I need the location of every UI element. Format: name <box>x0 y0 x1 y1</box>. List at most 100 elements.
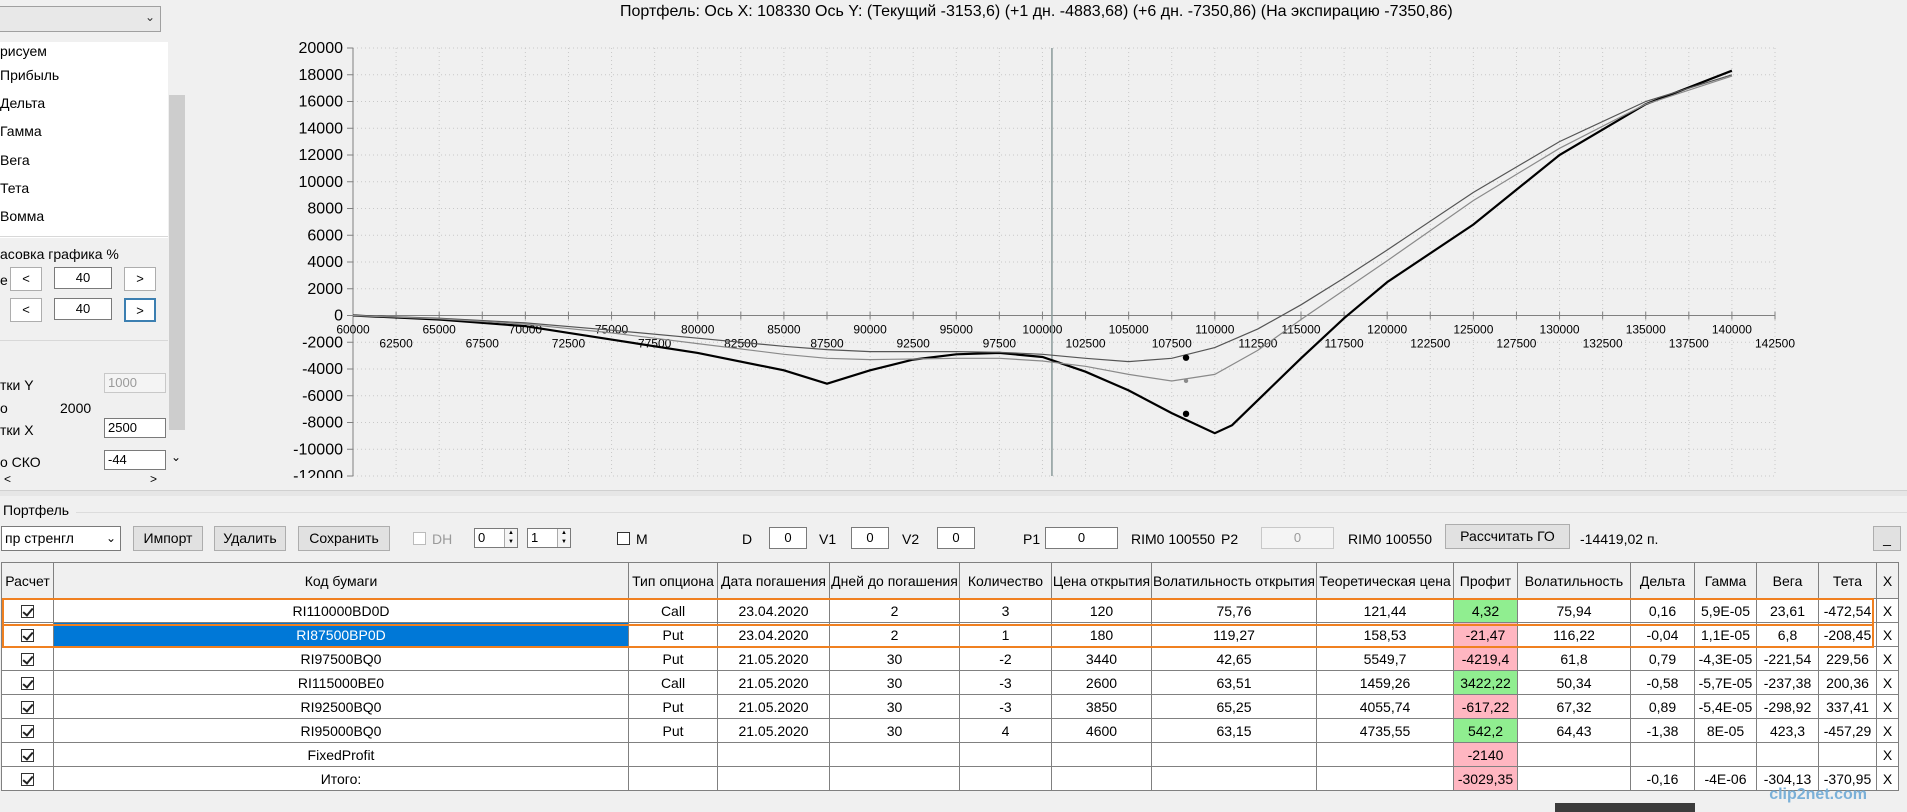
dh-checkbox[interactable] <box>413 532 426 545</box>
calc-checkbox-cell[interactable] <box>1 742 54 767</box>
calc-checkbox-cell[interactable] <box>1 646 54 671</box>
calc-checkbox[interactable] <box>21 701 34 715</box>
draw-option-vomma[interactable]: Вомма <box>0 208 44 224</box>
spin-down-icon[interactable]: ▼ <box>504 538 517 547</box>
y-tick-label: -2000 <box>302 334 343 351</box>
calc-checkbox-cell[interactable] <box>1 598 54 623</box>
security-code[interactable]: RI97500BQ0 <box>53 646 629 671</box>
draw-option-delta[interactable]: Дельта <box>0 95 45 111</box>
table-row[interactable]: RI97500BQ0 Put 21.05.2020 30 -2 3440 42,65 5549… <box>1 646 1899 671</box>
col-header[interactable]: Дней до погашения <box>829 562 960 599</box>
minimize-button[interactable]: _ <box>1873 526 1901 551</box>
delete-row-button[interactable]: X <box>1876 742 1899 767</box>
col-header[interactable]: Тип опциона <box>628 562 718 599</box>
delete-row-button[interactable]: X <box>1876 622 1899 647</box>
security-code[interactable]: Итого: <box>53 766 629 791</box>
d-input[interactable]: 0 <box>769 527 807 549</box>
security-code[interactable]: RI115000BE0 <box>53 670 629 695</box>
security-code[interactable]: RI92500BQ0 <box>53 694 629 719</box>
col-header[interactable]: Количество <box>959 562 1052 599</box>
calc-checkbox-cell[interactable] <box>1 766 54 791</box>
draw-option-profit[interactable]: Прибыль <box>0 67 59 83</box>
col-header[interactable]: Волатильность <box>1517 562 1631 599</box>
scale2-increase-button[interactable]: > <box>124 298 156 322</box>
calc-checkbox-cell[interactable] <box>1 622 54 647</box>
delete-row-button[interactable]: X <box>1876 718 1899 743</box>
delete-row-button[interactable]: X <box>1876 766 1899 791</box>
calc-checkbox[interactable] <box>21 725 34 739</box>
draw-option-theta[interactable]: Тета <box>0 180 29 196</box>
save-button[interactable]: Сохранить <box>298 526 390 551</box>
delete-button[interactable]: Удалить <box>214 526 286 551</box>
col-header[interactable]: X <box>1876 562 1899 599</box>
col-header[interactable]: Дельта <box>1630 562 1695 599</box>
scroll-left-icon[interactable]: < <box>4 472 11 486</box>
table-row[interactable]: Итого: -3029,35 -0,16 -4E-06 -304,13 -370,95 X <box>1 766 1899 791</box>
calc-checkbox-cell[interactable] <box>1 718 54 743</box>
calc-checkbox[interactable] <box>21 749 34 763</box>
calc-checkbox[interactable] <box>21 653 34 667</box>
import-button[interactable]: Импорт <box>133 526 203 551</box>
delete-row-button[interactable]: X <box>1876 598 1899 623</box>
payoff-chart: 20000 18000 16000 14000 12000 10000 8000 6000 40… <box>293 40 1795 478</box>
col-header[interactable]: Расчет <box>1 562 54 599</box>
grid-y-input[interactable]: 1000 <box>104 373 166 393</box>
col-header[interactable]: Профит <box>1453 562 1518 599</box>
scroll-down-icon[interactable]: ⌄ <box>171 450 181 464</box>
col-header[interactable]: Цена открытия <box>1051 562 1152 599</box>
m-checkbox[interactable] <box>617 532 630 545</box>
security-code[interactable]: RI87500BP0D <box>53 622 629 647</box>
table-row[interactable]: FixedProfit -2140 X <box>1 742 1899 767</box>
calc-go-button[interactable]: Рассчитать ГО <box>1445 524 1570 549</box>
spin2-input[interactable]: 1 ▲ ▼ <box>527 528 571 548</box>
delete-row-button[interactable]: X <box>1876 646 1899 671</box>
calc-checkbox[interactable] <box>21 629 34 643</box>
p1-input[interactable]: 0 <box>1045 527 1118 549</box>
security-code[interactable]: RI95000BQ0 <box>53 718 629 743</box>
series-select[interactable]: ⌄ <box>0 6 161 32</box>
calc-checkbox-cell[interactable] <box>1 694 54 719</box>
col-header[interactable]: Теоретическая цена <box>1316 562 1454 599</box>
table-row[interactable]: RI87500BP0D Put 23.04.2020 2 1 180 119,27 158,5… <box>1 622 1899 647</box>
horizontal-scrollbar[interactable]: < > <box>0 472 186 490</box>
spin-up-icon[interactable]: ▲ <box>557 529 570 538</box>
calc-checkbox[interactable] <box>21 677 34 691</box>
security-code[interactable]: FixedProfit <box>53 742 629 767</box>
scrollbar-thumb[interactable] <box>169 95 185 430</box>
splitter[interactable] <box>0 490 1907 496</box>
spin1-input[interactable]: 0 ▲ ▼ <box>474 528 518 548</box>
col-header[interactable]: Волатильность открытия <box>1151 562 1317 599</box>
calc-checkbox[interactable] <box>21 605 34 619</box>
calc-checkbox-cell[interactable] <box>1 670 54 695</box>
delete-row-button[interactable]: X <box>1876 670 1899 695</box>
table-row[interactable]: RI115000BE0 Call 21.05.2020 30 -3 2600 63,51 14… <box>1 670 1899 695</box>
calc-checkbox[interactable] <box>21 773 34 787</box>
scale2-value[interactable]: 40 <box>54 298 112 320</box>
table-row[interactable]: RI95000BQ0 Put 21.05.2020 30 4 4600 63,15 4735,… <box>1 718 1899 743</box>
col-header[interactable]: Тета <box>1818 562 1877 599</box>
scale1-value[interactable]: 40 <box>54 267 112 289</box>
table-row[interactable]: RI92500BQ0 Put 21.05.2020 30 -3 3850 65,25 4055… <box>1 694 1899 719</box>
security-code[interactable]: RI110000BD0D <box>53 598 629 623</box>
scale1-increase-button[interactable]: > <box>124 267 156 291</box>
delete-row-button[interactable]: X <box>1876 694 1899 719</box>
spin-up-icon[interactable]: ▲ <box>504 529 517 538</box>
col-header[interactable]: Дата погашения <box>717 562 830 599</box>
v2-input[interactable]: 0 <box>937 527 975 549</box>
table-row[interactable]: RI110000BD0D Call 23.04.2020 2 3 120 75,76 121,… <box>1 598 1899 623</box>
col-header[interactable]: Вега <box>1756 562 1819 599</box>
grid-x-input[interactable]: 2500 <box>104 418 166 438</box>
scale2-decrease-button[interactable]: < <box>10 298 42 322</box>
sko-input[interactable]: -44 <box>104 450 166 470</box>
scroll-right-icon[interactable]: > <box>150 472 157 486</box>
strategy-select[interactable]: пр стренгл ⌄ <box>1 526 121 551</box>
scale1-decrease-button[interactable]: < <box>10 267 42 291</box>
v1-input[interactable]: 0 <box>851 527 889 549</box>
spin-down-icon[interactable]: ▼ <box>557 538 570 547</box>
col-header[interactable]: Код бумаги <box>53 562 629 599</box>
draw-option-vega[interactable]: Вега <box>0 152 30 168</box>
p2-input[interactable]: 0 <box>1261 527 1334 549</box>
col-header[interactable]: Гамма <box>1694 562 1757 599</box>
volatility: 61,8 <box>1517 646 1631 671</box>
draw-option-gamma[interactable]: Гамма <box>0 123 42 139</box>
